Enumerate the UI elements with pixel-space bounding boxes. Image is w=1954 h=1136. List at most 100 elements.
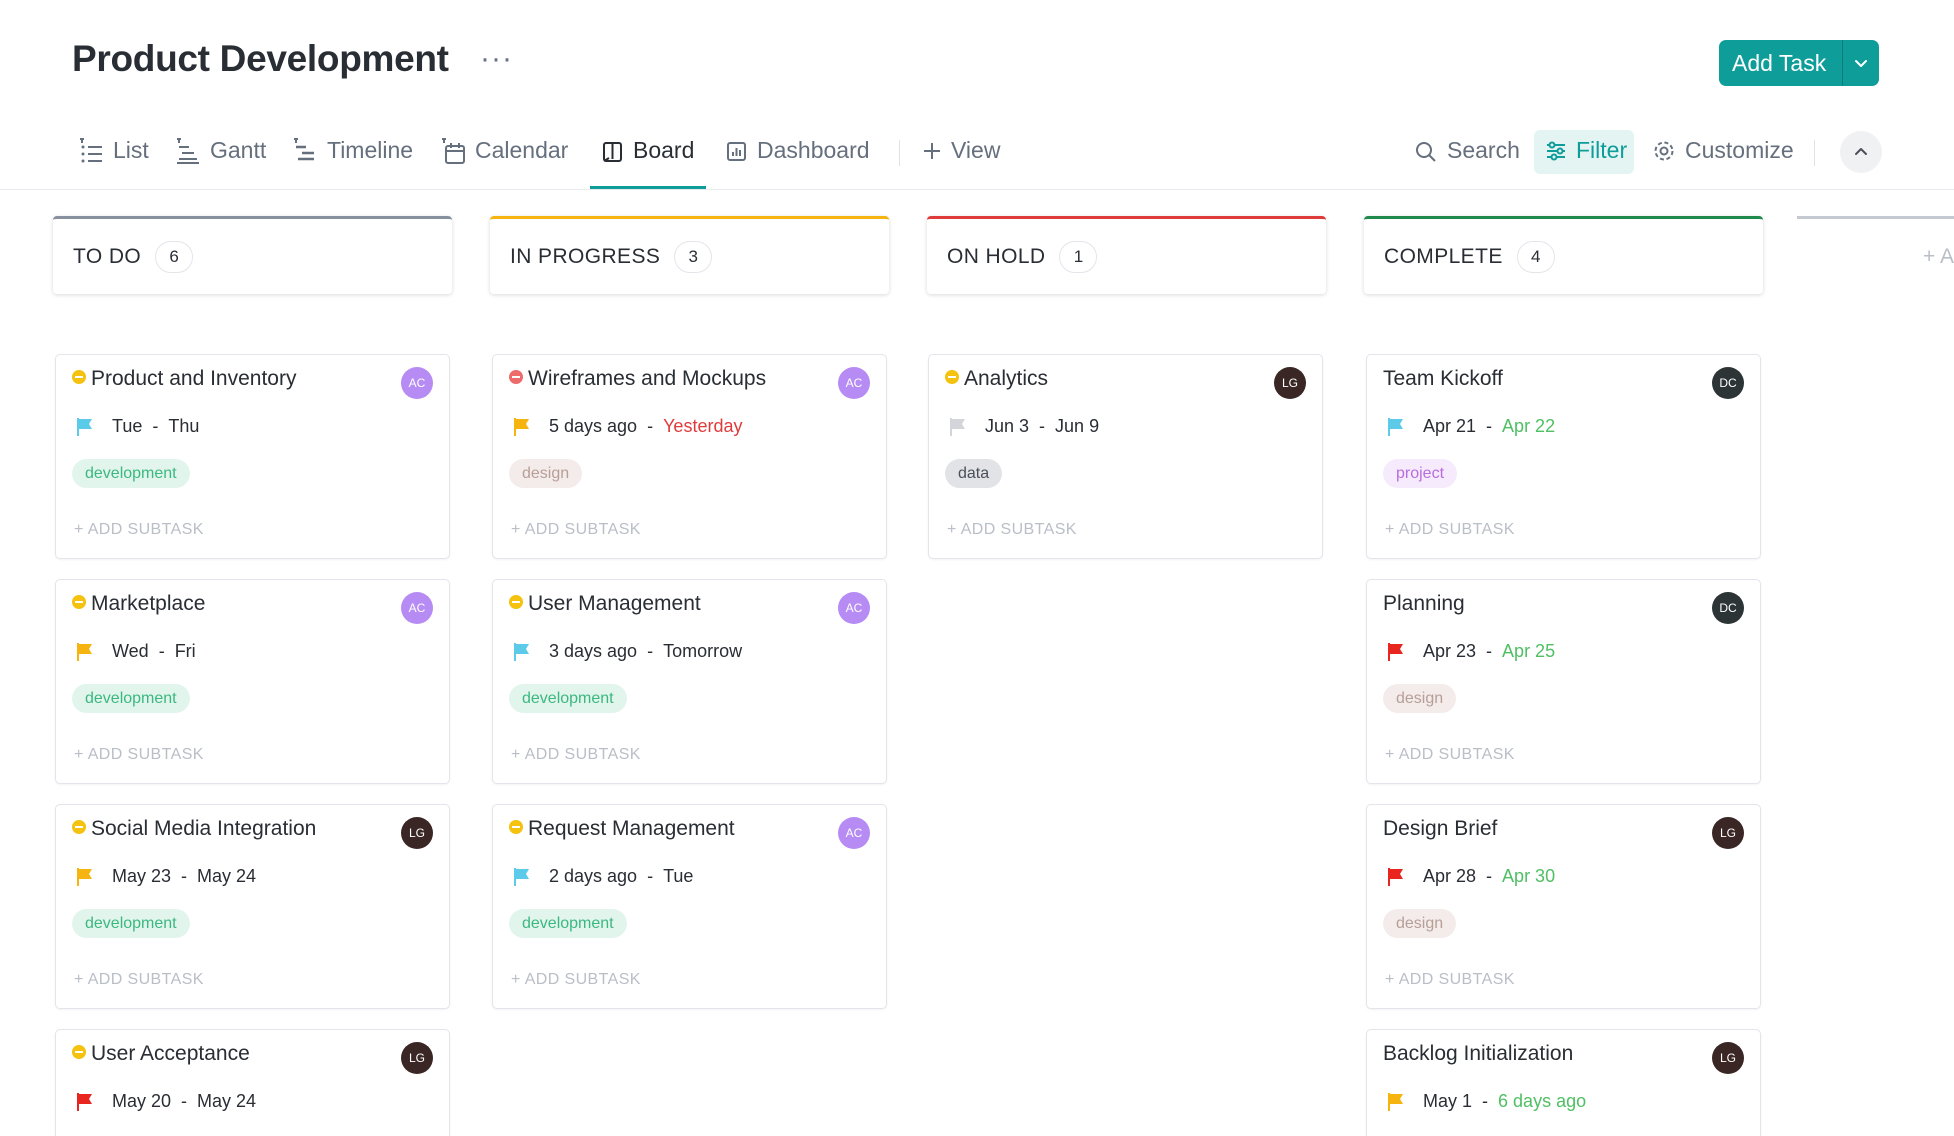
priority-flag-icon[interactable] xyxy=(513,642,531,662)
priority-flag-icon[interactable] xyxy=(1387,417,1405,437)
task-card[interactable]: Analytics LG Jun 3- Jun 9 data + ADD SUBTASK xyxy=(928,354,1323,559)
task-title[interactable]: Wireframes and Mockups xyxy=(528,367,766,391)
task-title[interactable]: Team Kickoff xyxy=(1383,367,1503,391)
status-icon[interactable] xyxy=(945,370,959,384)
task-card[interactable]: Social Media Integration LG May 23- May 24 d… xyxy=(55,804,450,1009)
priority-flag-icon[interactable] xyxy=(76,417,94,437)
tag-development[interactable]: development xyxy=(509,684,627,713)
add-subtask-button[interactable]: + ADD SUBTASK xyxy=(511,521,641,539)
tab-dashboard[interactable]: Dashboard xyxy=(726,130,870,190)
avatar[interactable]: AC xyxy=(401,367,433,399)
add-task-button[interactable]: Add Task xyxy=(1719,40,1842,86)
task-title[interactable]: Request Management xyxy=(528,817,735,841)
tab-gantt[interactable]: Gantt xyxy=(175,130,266,190)
status-icon[interactable] xyxy=(72,820,86,834)
tag-design[interactable]: design xyxy=(509,459,583,488)
task-dates[interactable]: Apr 23- Apr 25 xyxy=(1387,641,1555,662)
task-dates[interactable]: 3 days ago - Tomorrow xyxy=(513,641,742,662)
task-title[interactable]: Social Media Integration xyxy=(91,817,316,841)
add-subtask-button[interactable]: + ADD SUBTASK xyxy=(511,971,641,989)
add-subtask-button[interactable]: + ADD SUBTASK xyxy=(1385,971,1515,989)
task-dates[interactable]: Apr 28- Apr 30 xyxy=(1387,866,1555,887)
priority-flag-icon[interactable] xyxy=(949,417,967,437)
task-title[interactable]: Planning xyxy=(1383,592,1465,616)
avatar[interactable]: AC xyxy=(401,592,433,624)
task-dates[interactable]: May 20- May 24 xyxy=(76,1091,256,1112)
add-subtask-button[interactable]: + ADD SUBTASK xyxy=(1385,746,1515,764)
status-icon[interactable] xyxy=(509,595,523,609)
add-subtask-button[interactable]: + ADD SUBTASK xyxy=(1385,521,1515,539)
tag-development[interactable]: development xyxy=(72,459,190,488)
priority-flag-icon[interactable] xyxy=(513,867,531,887)
task-title[interactable]: Marketplace xyxy=(91,592,205,616)
tab-timeline[interactable]: Timeline xyxy=(292,130,413,190)
priority-flag-icon[interactable] xyxy=(76,867,94,887)
add-subtask-button[interactable]: + ADD SUBTASK xyxy=(74,746,204,764)
task-title[interactable]: User Acceptance xyxy=(91,1042,250,1066)
avatar[interactable]: AC xyxy=(838,367,870,399)
add-subtask-button[interactable]: + ADD SUBTASK xyxy=(947,521,1077,539)
tag-design[interactable]: design xyxy=(1383,684,1457,713)
avatar[interactable]: LG xyxy=(401,817,433,849)
task-dates[interactable]: May 23- May 24 xyxy=(76,866,256,887)
tag-development[interactable]: development xyxy=(72,909,190,938)
add-subtask-button[interactable]: + ADD SUBTASK xyxy=(511,746,641,764)
task-card[interactable]: Request Management AC 2 days ago - Tue develo… xyxy=(492,804,887,1009)
task-dates[interactable]: 5 days ago - Yesterday xyxy=(513,416,742,437)
tag-data[interactable]: data xyxy=(945,459,1003,488)
tag-project[interactable]: project xyxy=(1383,459,1458,488)
status-icon[interactable] xyxy=(72,1045,86,1059)
avatar[interactable]: LG xyxy=(1274,367,1306,399)
tag-design[interactable]: design xyxy=(1383,909,1457,938)
priority-flag-icon[interactable] xyxy=(76,642,94,662)
avatar[interactable]: AC xyxy=(838,817,870,849)
avatar[interactable]: DC xyxy=(1712,367,1744,399)
customize-button[interactable]: Customize xyxy=(1652,130,1794,190)
task-dates[interactable]: 2 days ago - Tue xyxy=(513,866,693,887)
task-title[interactable]: Backlog Initialization xyxy=(1383,1042,1573,1066)
add-subtask-button[interactable]: + ADD SUBTASK xyxy=(74,521,204,539)
add-subtask-button[interactable]: + ADD SUBTASK xyxy=(74,971,204,989)
filter-button[interactable]: Filter xyxy=(1545,130,1627,190)
task-dates[interactable]: Apr 21- Apr 22 xyxy=(1387,416,1555,437)
priority-flag-icon[interactable] xyxy=(1387,867,1405,887)
avatar[interactable]: AC xyxy=(838,592,870,624)
priority-flag-icon[interactable] xyxy=(513,417,531,437)
task-title[interactable]: User Management xyxy=(528,592,701,616)
tag-development[interactable]: development xyxy=(72,684,190,713)
task-card[interactable]: User Acceptance LG May 20- May 24 xyxy=(55,1029,450,1136)
task-dates[interactable]: Tue - Thu xyxy=(76,416,199,437)
more-options-button[interactable]: ··· xyxy=(480,42,513,76)
tab-list[interactable]: List xyxy=(78,130,149,190)
avatar[interactable]: LG xyxy=(401,1042,433,1074)
avatar[interactable]: DC xyxy=(1712,592,1744,624)
add-view-button[interactable]: View xyxy=(922,130,1000,190)
task-card[interactable]: User Management AC 3 days ago - Tomorrow deve… xyxy=(492,579,887,784)
avatar[interactable]: LG xyxy=(1712,817,1744,849)
status-icon[interactable] xyxy=(72,595,86,609)
add-task-dropdown[interactable] xyxy=(1843,40,1879,86)
task-title[interactable]: Analytics xyxy=(964,367,1048,391)
priority-flag-icon[interactable] xyxy=(1387,642,1405,662)
tag-development[interactable]: development xyxy=(509,909,627,938)
priority-flag-icon[interactable] xyxy=(76,1092,94,1112)
task-card[interactable]: Marketplace AC Wed - Fri development + ADD SUB… xyxy=(55,579,450,784)
status-icon[interactable] xyxy=(509,820,523,834)
task-dates[interactable]: Jun 3- Jun 9 xyxy=(949,416,1099,437)
task-card[interactable]: Backlog Initialization LG May 1-6 days ago xyxy=(1366,1029,1761,1136)
task-card[interactable]: Planning DC Apr 23- Apr 25 design + ADD SUBTA… xyxy=(1366,579,1761,784)
task-dates[interactable]: May 1-6 days ago xyxy=(1387,1091,1586,1112)
tab-calendar[interactable]: Calendar xyxy=(440,130,568,190)
task-title[interactable]: Design Brief xyxy=(1383,817,1497,841)
task-card[interactable]: Wireframes and Mockups AC 5 days ago - Yeste… xyxy=(492,354,887,559)
tab-board[interactable]: Board xyxy=(602,130,694,190)
status-icon[interactable] xyxy=(72,370,86,384)
task-card[interactable]: Team Kickoff DC Apr 21- Apr 22 project + ADD … xyxy=(1366,354,1761,559)
task-title[interactable]: Product and Inventory xyxy=(91,367,296,391)
search-button[interactable]: Search xyxy=(1414,130,1520,190)
task-card[interactable]: Design Brief LG Apr 28- Apr 30 design + ADD S… xyxy=(1366,804,1761,1009)
priority-flag-icon[interactable] xyxy=(1387,1092,1405,1112)
collapse-header-button[interactable] xyxy=(1840,131,1882,173)
add-group-column[interactable]: + A xyxy=(1797,216,1954,294)
task-card[interactable]: Product and Inventory AC Tue - Thu developmen… xyxy=(55,354,450,559)
